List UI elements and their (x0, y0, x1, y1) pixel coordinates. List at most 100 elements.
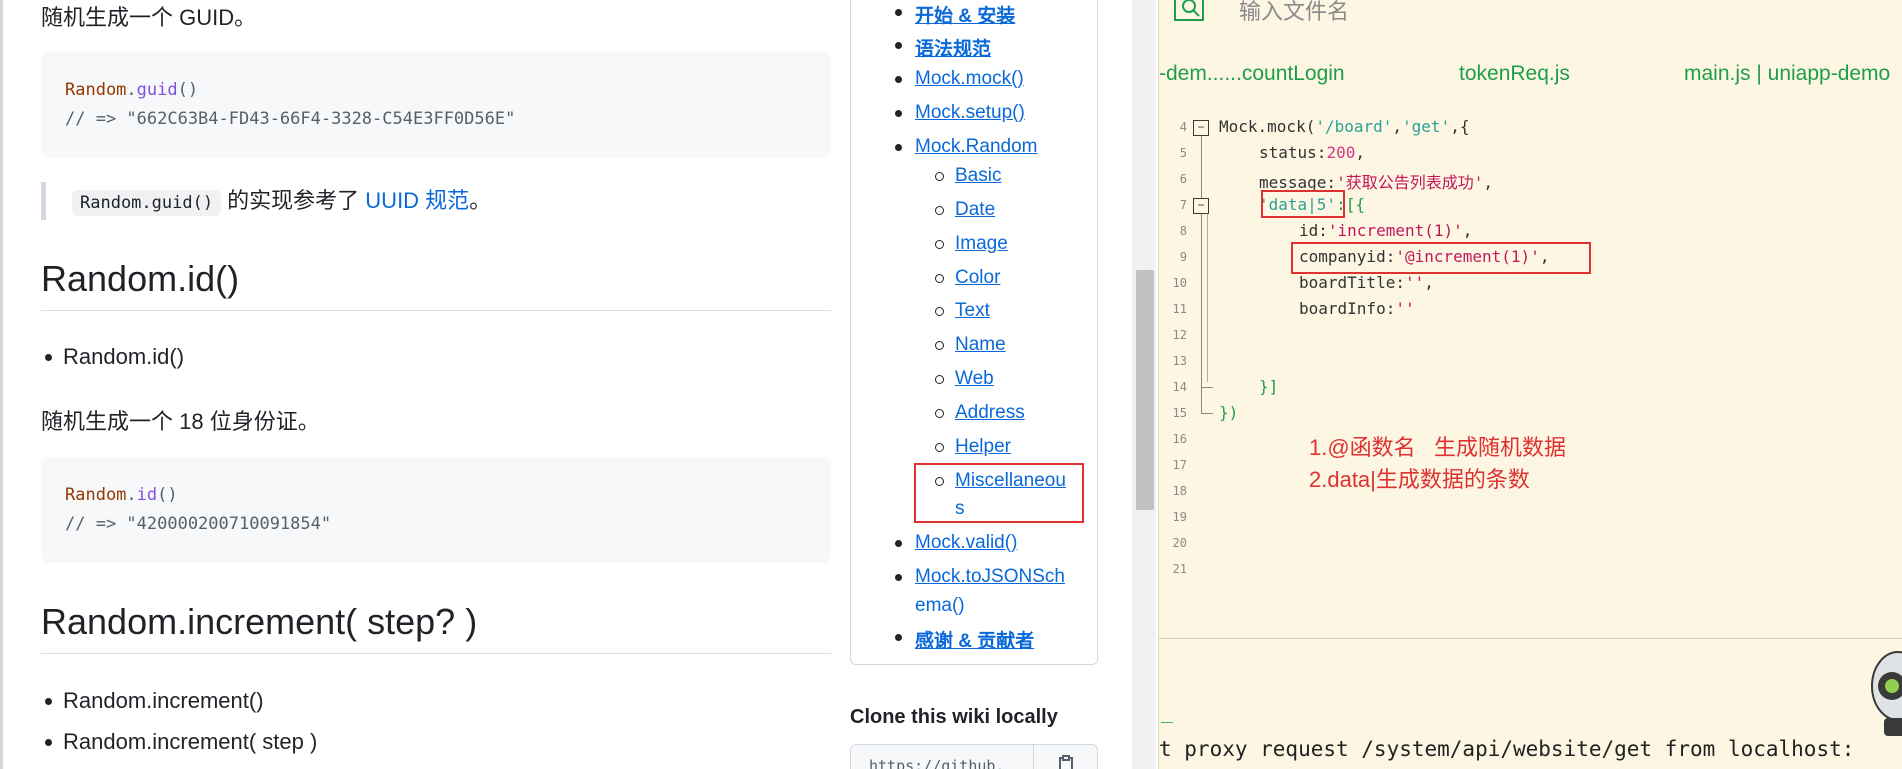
line-number: 7 (1179, 198, 1187, 212)
data-5-highlight-box (1261, 190, 1345, 218)
code-token: '/board' (1315, 117, 1393, 136)
tab-countlogin[interactable]: -dem......countLogin (1159, 62, 1345, 86)
code-token: Random (65, 485, 127, 505)
code-token: '' (1395, 299, 1415, 318)
toc-subitem-address[interactable]: Address (935, 402, 1025, 424)
toc-subitem-name[interactable]: Name (935, 334, 1006, 356)
line-number: 10 (1172, 276, 1187, 290)
toc-subitem-web[interactable]: Web (935, 368, 994, 390)
line-number: 20 (1172, 536, 1187, 550)
line-number: 12 (1172, 328, 1187, 342)
id-result: // => "420000200710091854" (65, 514, 332, 534)
toc-item-mock-valid[interactable]: Mock.valid() (894, 532, 1017, 554)
line-number: 15 (1172, 406, 1187, 420)
code-token: ,{ (1450, 117, 1470, 136)
code-token: id (136, 485, 158, 505)
terminal-output-line: t proxy request /system/api/website/get … (1159, 737, 1855, 761)
toc-item-tojsonschema-wrap: ema() (915, 595, 965, 616)
assistant-robot-icon[interactable] (1862, 640, 1902, 740)
toc-item-mock-random[interactable]: Mock.Random (895, 136, 1038, 158)
code-token: 'get' (1402, 117, 1451, 136)
wiki-content: 随机生成一个 GUID。 Random.guid() // => "662C63… (0, 0, 850, 769)
code-line-4[interactable]: Mock.mock('/board','get',{ (1219, 117, 1469, 136)
fold-toggle-icon[interactable]: − (1193, 198, 1209, 214)
code-token: status: (1259, 143, 1327, 162)
toc-subitem-basic[interactable]: Basic (934, 165, 1001, 187)
increment-bullet-1: Random.increment() (63, 688, 264, 713)
tab-main-js[interactable]: main.js | uniapp-demo (1684, 62, 1890, 86)
terminal-cursor: _ (1161, 699, 1174, 723)
fold-end-marker (1201, 413, 1213, 414)
code-line-14[interactable]: }] (1259, 377, 1278, 396)
code-token: , (1424, 273, 1434, 292)
code-editor: 输入文件名 -dem......countLogin tokenReq.js m… (1158, 0, 1902, 769)
code-token: () (157, 485, 178, 505)
fold-toggle-icon[interactable]: − (1193, 120, 1209, 136)
uuid-spec-link[interactable]: UUID 规范 (365, 188, 469, 213)
toc-subitem-image[interactable]: Image (935, 233, 1008, 255)
copy-icon[interactable] (1033, 745, 1097, 769)
fold-guide-line (1201, 136, 1202, 414)
code-line-5[interactable]: status:200, (1259, 143, 1365, 162)
id-code-block: Random.id() // => "420000200710091854" (41, 457, 831, 563)
increment-bullet-2: Random.increment( step ) (63, 729, 318, 754)
code-token: 200 (1326, 143, 1356, 162)
clone-url-input[interactable]: https://github. (869, 757, 1004, 769)
inline-code: Random.guid() (72, 190, 222, 216)
code-token: boardInfo: (1299, 299, 1396, 318)
code-line-10[interactable]: boardTitle:'', (1299, 273, 1434, 292)
random-id-bullet: Random.id() (63, 344, 185, 369)
line-number: 5 (1179, 146, 1187, 160)
line-number: 4 (1179, 120, 1187, 134)
terminal-panel[interactable]: _ t proxy request /system/api/website/ge… (1159, 639, 1902, 769)
toc-item-thanks[interactable]: 感谢 & 贡献者 (894, 626, 1034, 653)
annotation-note-1: 1.@函数名 生成随机数据 (1309, 435, 1567, 460)
toc-subitem-color[interactable]: Color (934, 267, 1000, 289)
guid-code-block: Random.guid() // => "662C63B4-FD43-66F4-… (41, 52, 831, 158)
quote-text: 的实现参考了 (221, 188, 366, 213)
code-token: , (1392, 117, 1403, 136)
line-number: 18 (1172, 484, 1187, 498)
wiki-toc-sidebar: 开始 & 安装 语法规范 Mock.mock() Mock.setup() Mo… (850, 0, 1098, 665)
editor-tab-bar: -dem......countLogin tokenReq.js main.js… (1159, 58, 1902, 94)
page-scrollbar-thumb[interactable] (1136, 270, 1154, 510)
code-token: boardTitle: (1299, 273, 1405, 292)
guid-result: // => "662C63B4-FD43-66F4-3328-C54E3FF0D… (65, 109, 516, 129)
code-token: , (1483, 173, 1493, 192)
toc-item-install[interactable]: 开始 & 安装 (894, 1, 1015, 28)
toc-subitem-helper[interactable]: Helper (935, 436, 1011, 458)
random-id-heading: Random.id() (41, 258, 831, 311)
code-line-8[interactable]: id:'increment(1)', (1299, 221, 1472, 240)
tab-tokenreq[interactable]: tokenReq.js (1459, 62, 1570, 86)
line-number: 21 (1172, 562, 1187, 576)
line-number: 8 (1179, 224, 1187, 238)
toc-item-syntax[interactable]: 语法规范 (894, 34, 991, 61)
file-search-input[interactable]: 输入文件名 (1239, 0, 1349, 26)
guid-description: 随机生成一个 GUID。 (41, 5, 257, 30)
line-number: 13 (1172, 354, 1187, 368)
clone-url-box: https://github. (850, 744, 1098, 769)
id-description: 随机生成一个 18 位身份证。 (41, 409, 320, 434)
toc-item-mock-setup[interactable]: Mock.setup() (895, 102, 1025, 124)
code-token: Mock.mock( (1219, 117, 1316, 136)
line-number: 11 (1172, 302, 1187, 316)
code-line-11[interactable]: boardInfo:'' (1299, 299, 1415, 318)
toc-item-mock-mock[interactable]: Mock.mock() (895, 68, 1024, 90)
code-token: '获取公告列表成功' (1336, 173, 1484, 192)
fold-end-marker (1201, 387, 1213, 388)
line-number: 9 (1179, 250, 1187, 264)
fold-guide-line (1207, 212, 1208, 382)
code-token: () (177, 80, 199, 100)
toc-subitem-date[interactable]: Date (934, 199, 995, 221)
code-token: , (1462, 221, 1473, 240)
code-token: Random (65, 80, 127, 100)
code-token: 'increment(1)' (1327, 221, 1463, 240)
line-number: 19 (1172, 510, 1187, 524)
file-search-bar[interactable]: 输入文件名 (1159, 0, 1902, 28)
companyid-highlight-box (1291, 242, 1591, 274)
search-icon (1173, 0, 1207, 29)
code-line-15[interactable]: }) (1219, 403, 1238, 422)
toc-item-mock-tojsonschema[interactable]: Mock.toJSONSch (895, 566, 1065, 588)
toc-subitem-text[interactable]: Text (935, 300, 990, 322)
quote-end: 。 (469, 188, 492, 213)
